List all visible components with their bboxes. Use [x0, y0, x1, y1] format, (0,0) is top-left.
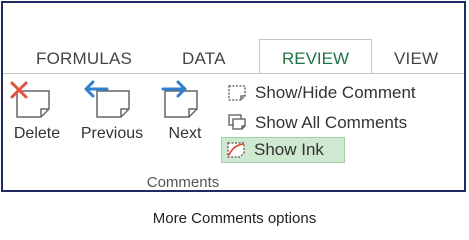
- ribbon-tabs: FORMULAS DATA REVIEW VIEW: [3, 3, 464, 74]
- show-ink-label: Show Ink: [254, 140, 324, 159]
- show-all-comments-button[interactable]: Show All Comments: [223, 110, 411, 136]
- show-hide-comment-label: Show/Hide Comment: [255, 83, 416, 102]
- previous-comment-icon: [84, 80, 130, 118]
- ribbon-frame: FORMULAS DATA REVIEW VIEW Delete Previou…: [1, 1, 466, 192]
- previous-comment-label: Previous: [80, 125, 144, 142]
- delete-comment-label: Delete: [13, 125, 61, 142]
- delete-comment-button[interactable]: Delete: [7, 79, 67, 143]
- next-comment-button[interactable]: Next: [159, 79, 211, 143]
- ribbon-divider: [3, 73, 464, 74]
- next-comment-icon: [161, 80, 198, 118]
- show-hide-comment-button[interactable]: Show/Hide Comment: [223, 80, 420, 106]
- tab-review-label: REVIEW: [281, 49, 350, 68]
- comments-group-label: Comments: [146, 174, 220, 191]
- tab-data[interactable]: DATA: [182, 49, 226, 69]
- show-all-comments-icon: [228, 114, 246, 130]
- show-ink-icon: [227, 142, 245, 158]
- tab-formulas[interactable]: FORMULAS: [36, 49, 132, 69]
- show-hide-comment-icon: [228, 85, 246, 101]
- show-all-comments-label: Show All Comments: [255, 113, 408, 132]
- next-comment-label: Next: [168, 125, 202, 142]
- figure-caption: More Comments options: [152, 210, 317, 227]
- tab-review[interactable]: REVIEW: [259, 39, 372, 74]
- tab-view[interactable]: VIEW: [394, 49, 438, 69]
- previous-comment-button[interactable]: Previous: [73, 79, 151, 143]
- show-ink-button[interactable]: Show Ink: [221, 137, 345, 163]
- delete-comment-icon: [10, 81, 50, 118]
